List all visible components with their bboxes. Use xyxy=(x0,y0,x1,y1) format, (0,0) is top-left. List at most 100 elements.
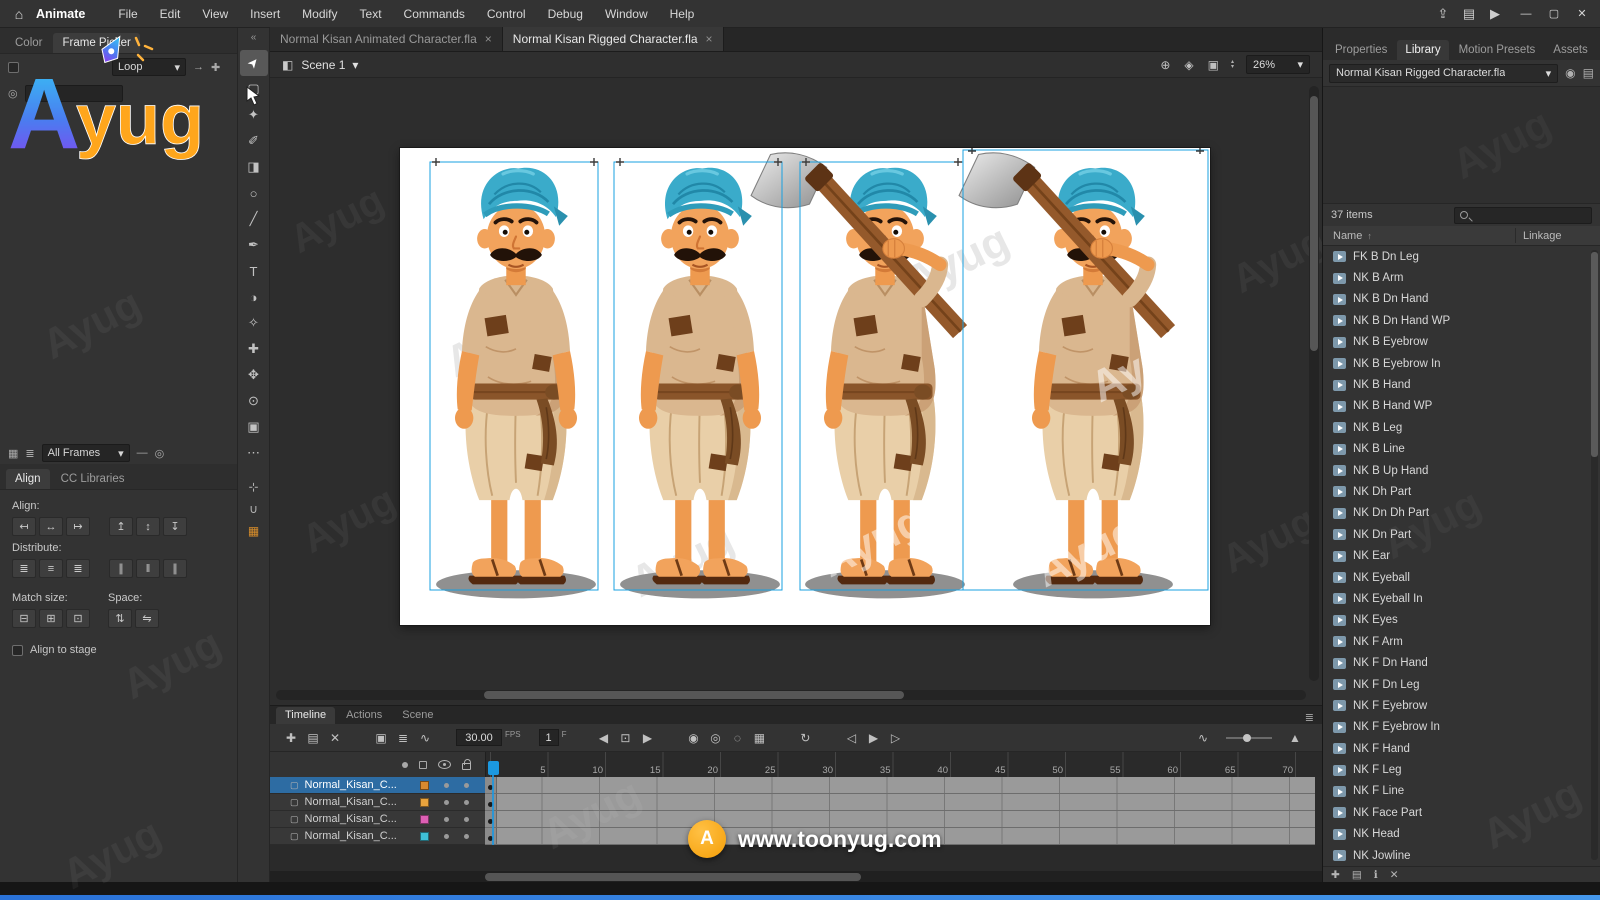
tool-button[interactable]: ✥ xyxy=(240,362,268,388)
match-size-button[interactable]: ⊟ xyxy=(12,609,36,628)
timeline-layer-row[interactable]: ▢ Normal_Kisan_C... xyxy=(270,794,1322,811)
tool-option-icon[interactable]: ▦ xyxy=(248,524,259,538)
playhead[interactable] xyxy=(488,761,499,775)
space-button[interactable]: ⇋ xyxy=(135,609,159,628)
panel-tab[interactable]: Assets xyxy=(1545,40,1596,60)
timeline-toolbar-icon[interactable]: ∿ xyxy=(414,731,436,745)
timeline-toolbar-icon[interactable]: ▤ xyxy=(302,731,324,745)
home-icon[interactable]: ⌂ xyxy=(8,6,30,22)
tool-button[interactable]: ╱ xyxy=(240,206,268,232)
stage-view-icon[interactable]: ◈ xyxy=(1184,58,1193,72)
layer-outline-color[interactable] xyxy=(420,815,429,824)
library-item[interactable]: NK B Arm xyxy=(1323,267,1600,288)
layer-visibility-dot[interactable] xyxy=(444,834,449,839)
align-button[interactable]: ↦ xyxy=(66,517,90,536)
scrollbar-thumb[interactable] xyxy=(484,691,904,699)
add-icon[interactable]: ✚ xyxy=(211,61,220,74)
library-item[interactable]: NK Jowline xyxy=(1323,845,1600,866)
pin-library-icon[interactable]: ◉ xyxy=(1565,66,1575,80)
library-item[interactable]: NK F Hand xyxy=(1323,738,1600,759)
menu-item[interactable]: Help xyxy=(659,0,706,28)
library-item[interactable]: NK B Up Hand xyxy=(1323,460,1600,481)
tool-button[interactable]: ◨ xyxy=(240,154,268,180)
frame-picker-checkbox[interactable] xyxy=(8,62,19,73)
library-item[interactable]: NK F Arm xyxy=(1323,631,1600,652)
distribute-button[interactable]: ≡ xyxy=(39,559,63,578)
layer-outline-color[interactable] xyxy=(420,798,429,807)
timeline-toolbar-icon[interactable]: ◎ xyxy=(704,731,726,745)
layer-name-cell[interactable]: ▢ Normal_Kisan_C... xyxy=(270,828,485,845)
menu-item[interactable]: Control xyxy=(476,0,537,28)
layer-lock-dot[interactable] xyxy=(464,783,469,788)
stage[interactable]: Ayug Ayug Ayug Ayug xyxy=(400,148,1210,625)
tool-button[interactable]: ✧ xyxy=(240,310,268,336)
tab-close-icon[interactable]: × xyxy=(485,32,492,46)
scene-selector[interactable]: Scene 1 ▾ xyxy=(301,58,358,72)
library-item[interactable]: NK Eyeball xyxy=(1323,567,1600,588)
library-item[interactable]: NK F Leg xyxy=(1323,759,1600,780)
tab-close-icon[interactable]: × xyxy=(706,32,713,46)
search-input[interactable] xyxy=(1473,209,1586,221)
curve-easing-icon[interactable]: ∿ xyxy=(1192,731,1214,745)
titlebar-icon[interactable]: ▤ xyxy=(1456,6,1482,22)
stage-canvas[interactable]: Ayug Ayug Ayug Ayug xyxy=(400,148,1210,625)
distribute-button[interactable]: ∥ xyxy=(163,559,187,578)
document-tab[interactable]: Normal Kisan Animated Character.fla × xyxy=(270,27,503,51)
distribute-button[interactable]: ≣ xyxy=(12,559,36,578)
scrollbar-thumb[interactable] xyxy=(1310,96,1318,351)
timeline-toolbar-icon[interactable]: ⊡ xyxy=(614,731,636,745)
library-item[interactable]: NK Eyeball In xyxy=(1323,588,1600,609)
library-item[interactable]: NK Dn Dh Part xyxy=(1323,503,1600,524)
library-item[interactable]: NK F Dn Hand xyxy=(1323,652,1600,673)
window-button[interactable]: ▢ xyxy=(1540,1,1568,27)
collapse-panel-icon[interactable]: « xyxy=(251,32,257,50)
timeline-toolbar-icon[interactable]: ▶ xyxy=(636,731,658,745)
layer-lock-dot[interactable] xyxy=(464,834,469,839)
timeline-toolbar-icon[interactable]: ▦ xyxy=(748,731,770,745)
panel-tab[interactable]: Motion Presets xyxy=(1451,40,1544,60)
menu-item[interactable]: File xyxy=(107,0,148,28)
timeline-toolbar-icon[interactable]: ▣ xyxy=(370,731,392,745)
outline-column-icon[interactable] xyxy=(419,761,427,769)
window-button[interactable]: ✕ xyxy=(1568,1,1596,27)
library-item[interactable]: NK Dh Part xyxy=(1323,481,1600,502)
layer-name-cell[interactable]: ▢ Normal_Kisan_C... xyxy=(270,811,485,828)
menu-item[interactable]: View xyxy=(191,0,239,28)
menu-item[interactable]: Modify xyxy=(291,0,348,28)
panel-tab[interactable]: Properties xyxy=(1327,40,1395,60)
menu-item[interactable]: Commands xyxy=(393,0,476,28)
frames-filter-select[interactable]: All Frames▾ xyxy=(42,444,130,462)
distribute-button[interactable]: ∥ xyxy=(109,559,133,578)
library-item[interactable]: NK B Leg xyxy=(1323,417,1600,438)
match-size-button[interactable]: ⊡ xyxy=(66,609,90,628)
timeline-toolbar-icon[interactable]: ↻ xyxy=(794,731,816,745)
panel-tab[interactable]: Frame Picker xyxy=(53,33,139,53)
new-library-panel-icon[interactable]: ▤ xyxy=(1583,66,1594,80)
panel-menu-icon[interactable]: ≣ xyxy=(1305,711,1314,724)
library-document-select[interactable]: Normal Kisan Rigged Character.fla ▾ xyxy=(1329,64,1558,83)
layer-name-cell[interactable]: ▢ Normal_Kisan_C... xyxy=(270,794,485,811)
space-button[interactable]: ⇅ xyxy=(108,609,132,628)
timeline-layer-row[interactable]: ▢ Normal_Kisan_C... xyxy=(270,777,1322,794)
tool-button[interactable]: ⊙ xyxy=(240,388,268,414)
timeline-toolbar-icon[interactable]: ▷ xyxy=(884,731,906,745)
align-button[interactable]: ↧ xyxy=(163,517,187,536)
tool-button[interactable]: ◑ xyxy=(240,284,268,310)
library-item[interactable]: NK B Line xyxy=(1323,439,1600,460)
frame-name-input[interactable] xyxy=(25,85,123,102)
menu-item[interactable]: Text xyxy=(349,0,393,28)
timeline-toolbar-icon[interactable]: ✚ xyxy=(280,731,302,745)
highlight-column-icon[interactable] xyxy=(402,762,408,768)
timeline-tab[interactable]: Scene xyxy=(393,707,442,724)
layer-lock-dot[interactable] xyxy=(464,817,469,822)
panel-tab[interactable]: Color xyxy=(6,33,51,53)
target-icon[interactable]: ◎ xyxy=(8,87,18,100)
layer-visibility-dot[interactable] xyxy=(444,800,449,805)
align-button[interactable]: ↤ xyxy=(12,517,36,536)
timeline-toolbar-icon[interactable]: ≣ xyxy=(392,731,414,745)
menu-item[interactable]: Insert xyxy=(239,0,291,28)
timeline-toolbar-icon[interactable]: ◌ xyxy=(726,731,748,745)
library-item[interactable]: NK F Eyebrow In xyxy=(1323,717,1600,738)
scrollbar-thumb[interactable] xyxy=(1591,252,1598,457)
align-button[interactable]: ↥ xyxy=(109,517,133,536)
